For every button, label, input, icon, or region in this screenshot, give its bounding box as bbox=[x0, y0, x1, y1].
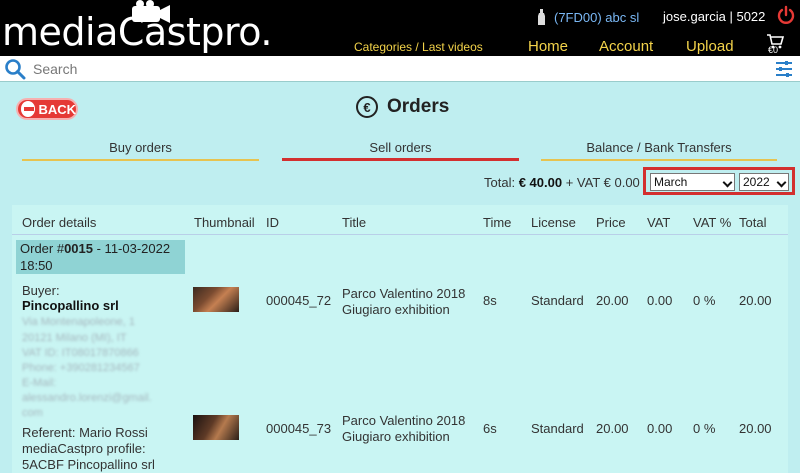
tab-label: Buy orders bbox=[109, 140, 172, 155]
row-time: 6s bbox=[483, 421, 497, 436]
back-arrow-icon bbox=[21, 101, 36, 117]
row-id: 000045_72 bbox=[266, 293, 332, 308]
chevron-down-icon bbox=[776, 177, 787, 188]
search-input[interactable] bbox=[33, 59, 733, 79]
column-header-title: Title bbox=[342, 215, 367, 230]
referent-line: Referent: Mario Rossi bbox=[22, 425, 148, 440]
row-price: 20.00 bbox=[596, 421, 629, 436]
row-total: 20.00 bbox=[739, 421, 772, 436]
row-title-line: Giugiaro exhibition bbox=[342, 429, 450, 444]
row-id: 000045_73 bbox=[266, 421, 332, 436]
euro-icon: € bbox=[356, 96, 378, 118]
row-title-line: Parco Valentino 2018 bbox=[342, 413, 466, 428]
search-icon[interactable] bbox=[4, 58, 26, 80]
company-selector[interactable]: (7FD00) abc sl bbox=[537, 9, 639, 25]
buyer-email: alessandro.lorenzi@gmail. bbox=[22, 392, 152, 404]
tab-label: Balance / Bank Transfers bbox=[586, 140, 732, 155]
row-license: Standard bbox=[531, 293, 584, 308]
buyer-label: Buyer: bbox=[22, 283, 60, 298]
buyer-name: Pincopallino srl bbox=[22, 298, 119, 313]
row-vat: 0.00 bbox=[647, 421, 673, 436]
totals-summary: Total: € 40.00 + VAT € 0.00 bbox=[484, 175, 640, 190]
nav-categories-link[interactable]: Categories / Last videos bbox=[354, 40, 483, 54]
referent-line: mediaCastpro profile: bbox=[22, 441, 146, 456]
column-header-license: License bbox=[531, 215, 576, 230]
totals-amount: € 40.00 bbox=[518, 175, 563, 190]
row-title-line: Parco Valentino 2018 bbox=[342, 286, 466, 301]
buyer-city: 20121 Milano (MI), IT bbox=[22, 332, 127, 344]
order-number-prefix: Order # bbox=[20, 241, 65, 256]
column-header-id: ID bbox=[266, 215, 279, 230]
column-header-order-details: Order details bbox=[22, 215, 97, 230]
month-select-value: March bbox=[654, 175, 688, 189]
page-title: € Orders bbox=[356, 96, 449, 118]
buyer-address: Via Montenapoleone, 1 bbox=[22, 316, 135, 328]
order-number: 0015 bbox=[64, 241, 93, 256]
row-total: 20.00 bbox=[739, 293, 772, 308]
row-title[interactable]: Parco Valentino 2018 Giugiaro exhibition bbox=[342, 413, 465, 445]
column-header-vat: VAT bbox=[647, 215, 671, 230]
buyer-vat: VAT ID: IT08017870866 bbox=[22, 347, 139, 359]
tab-label: Sell orders bbox=[369, 140, 432, 155]
referent-line: 5ACBF Pincopallino srl bbox=[22, 457, 155, 472]
row-title[interactable]: Parco Valentino 2018 Giugiaro exhibition bbox=[342, 286, 465, 318]
referent-info: Referent: Mario Rossi mediaCastpro profi… bbox=[22, 425, 155, 473]
row-vat-percent: 0 % bbox=[693, 421, 716, 436]
order-time: 18:50 bbox=[20, 258, 53, 273]
totals-prefix: Total: bbox=[484, 175, 516, 190]
back-button[interactable]: BACK bbox=[16, 98, 78, 120]
column-header-price: Price bbox=[596, 215, 626, 230]
row-license: Standard bbox=[531, 421, 584, 436]
search-bar bbox=[0, 56, 800, 82]
nav-home-link[interactable]: Home bbox=[528, 38, 568, 55]
month-select[interactable]: March bbox=[650, 173, 735, 191]
buyer-email-end: com bbox=[22, 407, 43, 419]
company-name: (7FD00) abc sl bbox=[554, 10, 640, 25]
row-vat-percent: 0 % bbox=[693, 293, 716, 308]
video-thumbnail[interactable] bbox=[193, 287, 239, 312]
column-header-thumbnail: Thumbnail bbox=[194, 215, 255, 230]
header-divider bbox=[12, 234, 788, 235]
top-bar: mediaCastpro. (7FD00) abc sl jose.garcia… bbox=[0, 0, 800, 56]
chevron-down-icon bbox=[722, 177, 733, 188]
buyer-email-label: E-Mail: bbox=[22, 377, 57, 389]
date-filter-group: March 2022 bbox=[643, 167, 795, 195]
buyer-phone: Phone: +390281234567 bbox=[22, 362, 140, 374]
back-button-label: BACK bbox=[38, 101, 76, 117]
year-select-value: 2022 bbox=[743, 175, 770, 189]
totals-vat: + VAT € 0.00 bbox=[565, 175, 640, 190]
order-header: Order #0015 - 11-03-2022 18:50 bbox=[16, 240, 185, 274]
bottle-icon bbox=[538, 9, 545, 25]
column-header-total: Total bbox=[739, 215, 767, 230]
video-thumbnail[interactable] bbox=[193, 415, 239, 440]
tab-sell-orders[interactable]: Sell orders bbox=[282, 137, 519, 161]
user-account-label[interactable]: jose.garcia | 5022 bbox=[663, 9, 765, 24]
year-select[interactable]: 2022 bbox=[739, 173, 789, 191]
tab-balance-bank-transfers[interactable]: Balance / Bank Transfers bbox=[541, 137, 777, 161]
page-title-text: Orders bbox=[387, 96, 450, 117]
camera-logo-icon bbox=[132, 0, 170, 23]
row-vat: 0.00 bbox=[647, 293, 673, 308]
order-date: - 11-03-2022 bbox=[93, 241, 171, 256]
filter-settings-icon[interactable] bbox=[774, 59, 794, 79]
logout-power-icon[interactable] bbox=[776, 5, 796, 25]
row-time: 8s bbox=[483, 293, 497, 308]
nav-upload-link[interactable]: Upload bbox=[686, 38, 734, 55]
row-title-line: Giugiaro exhibition bbox=[342, 302, 450, 317]
nav-account-link[interactable]: Account bbox=[599, 38, 653, 55]
column-header-vat-percent: VAT % bbox=[693, 215, 732, 230]
column-header-time: Time bbox=[483, 215, 512, 230]
cart-count: €0 bbox=[768, 45, 779, 55]
tab-buy-orders[interactable]: Buy orders bbox=[22, 137, 259, 161]
row-price: 20.00 bbox=[596, 293, 629, 308]
logo[interactable]: mediaCastpro. bbox=[2, 0, 272, 52]
